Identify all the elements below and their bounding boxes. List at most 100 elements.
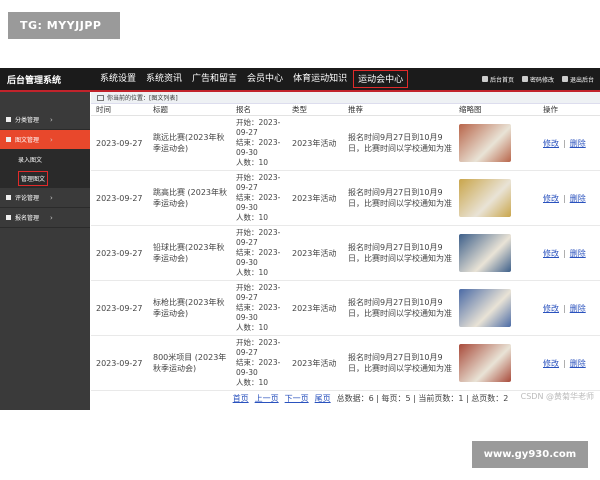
key-icon — [521, 76, 528, 82]
sidebar-group-label: 报名管理 — [15, 215, 40, 222]
main-content: 你当前的位置： [图文列表] 时间 标题 报名 类型 推荐 缩略图 操作 2023-09-2… — [91, 92, 600, 410]
table-row: 2023-09-27 铅球比赛(2023年秋季运动会) 开始：2023- 09-27 结… — [91, 225, 600, 281]
separator: | — [563, 303, 566, 313]
delete-link[interactable]: 删除 — [570, 194, 586, 203]
nav-item-3[interactable]: 会员中心 — [243, 68, 287, 90]
cell-recommend: 报名时间9月27日到10月9日，比赛时间以学校通知为准 — [343, 170, 454, 226]
sidebar-group-1[interactable]: 图文管理 › — [0, 130, 90, 150]
separator: | — [563, 138, 566, 148]
list-icon — [6, 117, 11, 122]
edit-link[interactable]: 修改 — [543, 139, 559, 148]
registration-line: 结束：2023- — [236, 193, 281, 202]
util-link-2[interactable]: 退出后台 — [561, 75, 594, 84]
table-row: 2023-09-27 标枪比赛(2023年秋季运动会) 开始：2023- 09-27 结… — [91, 280, 600, 336]
table-row: 2023-09-27 跳远比赛(2023年秋季运动会) 开始：2023- 09-27 结… — [91, 115, 600, 171]
table-row: 2023-09-27 800米项目 (2023年秋季运动会) 开始：2023- 09-… — [91, 335, 600, 391]
cell-title: 跳高比赛 (2023年秋季运动会) — [148, 170, 231, 226]
registration-line: 结束：2023- — [236, 358, 281, 367]
cell-actions: 修改 | 删除 — [538, 225, 600, 281]
util-label: 密码修改 — [529, 76, 554, 84]
cell-recommend: 报名时间9月27日到10月9日，比赛时间以学校通知为准 — [343, 225, 454, 281]
column-header: 报名 — [231, 104, 287, 116]
page-last-link[interactable]: 尾页 — [315, 393, 331, 404]
sidebar-sub-item-0[interactable]: 录入图文 — [0, 150, 90, 169]
registration-line: 09-30 — [236, 203, 258, 212]
cell-type: 2023年活动 — [287, 115, 343, 171]
cell-time: 2023-09-27 — [91, 335, 148, 391]
breadcrumb-prefix: 你当前的位置： — [107, 95, 150, 102]
sidebar-sub-item-1[interactable]: 管理图文 — [0, 169, 90, 188]
delete-link[interactable]: 删除 — [570, 359, 586, 368]
separator: | — [563, 248, 566, 258]
edit-link[interactable]: 修改 — [543, 249, 559, 258]
chevron-right-icon: › — [50, 214, 53, 222]
table-header: 时间 标题 报名 类型 推荐 缩略图 操作 — [91, 104, 600, 116]
main-nav: 系统设置 系统资讯 广告和留言 会员中心 体育运动知识 运动会中心 — [96, 68, 410, 90]
registration-line: 人数：10 — [236, 213, 269, 222]
delete-link[interactable]: 删除 — [570, 249, 586, 258]
util-link-1[interactable]: 密码修改 — [521, 75, 554, 84]
cell-actions: 修改 | 删除 — [538, 280, 600, 336]
csdn-watermark: CSDN @黄菊华老师 — [520, 392, 594, 401]
thumbnail-image[interactable] — [459, 179, 511, 217]
chevron-right-icon: › — [50, 116, 53, 124]
page-prev-link[interactable]: 上一页 — [255, 393, 279, 404]
edit-link[interactable]: 修改 — [543, 194, 559, 203]
registration-line: 结束：2023- — [236, 303, 281, 312]
registration-line: 09-27 — [236, 183, 258, 192]
sidebar-group-after-0[interactable]: 评论管理 › — [0, 188, 90, 208]
registration-line: 09-30 — [236, 258, 258, 267]
registration-line: 人数：10 — [236, 158, 269, 167]
page-next-link[interactable]: 下一页 — [285, 393, 309, 404]
cell-registration: 开始：2023- 09-27 结束：2023- 09-30 人数：10 — [231, 115, 287, 171]
util-label: 退出后台 — [569, 76, 594, 84]
column-header: 类型 — [287, 104, 343, 116]
registration-line: 09-27 — [236, 293, 258, 302]
cell-thumbnail — [454, 170, 538, 226]
thumbnail-image[interactable] — [459, 124, 511, 162]
edit-link[interactable]: 修改 — [543, 304, 559, 313]
thumbnail-image[interactable] — [459, 344, 511, 382]
util-label: 后台首页 — [489, 76, 514, 84]
list-icon — [6, 215, 11, 220]
delete-link[interactable]: 删除 — [570, 304, 586, 313]
cell-actions: 修改 | 删除 — [538, 335, 600, 391]
column-header: 缩略图 — [454, 104, 538, 116]
registration-line: 开始：2023- — [236, 283, 281, 292]
cell-registration: 开始：2023- 09-27 结束：2023- 09-30 人数：10 — [231, 280, 287, 336]
page-first-link[interactable]: 首页 — [233, 393, 249, 404]
column-header: 时间 — [91, 104, 148, 116]
nav-item-1[interactable]: 系统资讯 — [142, 68, 186, 90]
delete-link[interactable]: 删除 — [570, 139, 586, 148]
column-header: 标题 — [148, 104, 231, 116]
registration-line: 09-30 — [236, 368, 258, 377]
nav-item-4[interactable]: 体育运动知识 — [289, 68, 351, 90]
registration-line: 结束：2023- — [236, 248, 281, 257]
sidebar-sub-label: 录入图文 — [18, 157, 43, 164]
watermark-top: TG: MYYJJPP — [8, 12, 120, 39]
admin-app: 后台管理系统 系统设置 系统资讯 广告和留言 会员中心 体育运动知识 运动会中心 后台首页… — [0, 68, 600, 410]
top-bar: 后台管理系统 系统设置 系统资讯 广告和留言 会员中心 体育运动知识 运动会中心 后台首页… — [0, 68, 600, 90]
registration-line: 结束：2023- — [236, 138, 281, 147]
cell-time: 2023-09-27 — [91, 170, 148, 226]
nav-item-2[interactable]: 广告和留言 — [188, 68, 241, 90]
registration-line: 开始：2023- — [236, 118, 281, 127]
sidebar-group-label: 评论管理 — [15, 195, 40, 202]
util-link-0[interactable]: 后台首页 — [481, 75, 514, 84]
list-icon — [6, 137, 11, 142]
nav-item-0[interactable]: 系统设置 — [96, 68, 140, 90]
edit-link[interactable]: 修改 — [543, 359, 559, 368]
cell-type: 2023年活动 — [287, 335, 343, 391]
cell-thumbnail — [454, 225, 538, 281]
nav-item-5[interactable]: 运动会中心 — [353, 70, 409, 88]
thumbnail-image[interactable] — [459, 289, 511, 327]
sidebar-group-0[interactable]: 分类管理 › — [0, 110, 90, 130]
registration-line: 人数：10 — [236, 323, 269, 332]
cell-registration: 开始：2023- 09-27 结束：2023- 09-30 人数：10 — [231, 225, 287, 281]
registration-line: 开始：2023- — [236, 338, 281, 347]
sidebar-group-after-1[interactable]: 报名管理 › — [0, 208, 90, 228]
cell-registration: 开始：2023- 09-27 结束：2023- 09-30 人数：10 — [231, 170, 287, 226]
registration-line: 开始：2023- — [236, 173, 281, 182]
thumbnail-image[interactable] — [459, 234, 511, 272]
cell-thumbnail — [454, 280, 538, 336]
